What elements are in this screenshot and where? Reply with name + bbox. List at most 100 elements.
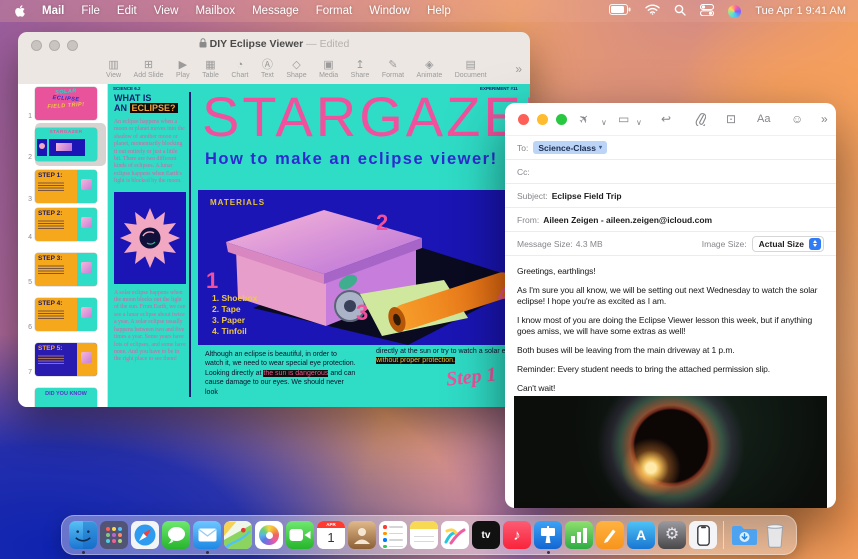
- toolbar-overflow-chevron[interactable]: »: [821, 111, 828, 127]
- dock-notes[interactable]: [410, 521, 438, 549]
- dock-freeform[interactable]: [441, 521, 469, 549]
- menu-edit[interactable]: Edit: [117, 5, 137, 17]
- send-icon[interactable]: ✈: [575, 110, 593, 129]
- zoom-button[interactable]: [556, 114, 567, 125]
- chart-button[interactable]: ◔Chart: [231, 59, 248, 80]
- format-aa-icon[interactable]: Aa: [757, 111, 770, 127]
- table-button[interactable]: ▦Table: [202, 59, 219, 80]
- dock-iphone-mirroring[interactable]: [689, 521, 717, 549]
- slide-row-1[interactable]: 1 SOLAR ECLIPSE FIELD TRIP!: [18, 87, 108, 120]
- dock-calendar[interactable]: APR1: [317, 521, 345, 549]
- dock-keynote[interactable]: [534, 521, 562, 549]
- slide-row-7[interactable]: 7 STEP 5:: [18, 343, 108, 376]
- slide-row-3[interactable]: 3 STEP 1:: [18, 170, 108, 203]
- materials-list: 1. Shoebox 2. Tape 3. Paper 4. Tinfoil: [212, 293, 257, 337]
- menu-format[interactable]: Format: [316, 5, 352, 17]
- slide-title[interactable]: STARGAZER: [202, 84, 530, 149]
- eclipse-attachment-image[interactable]: [514, 396, 827, 508]
- slide-row-4[interactable]: 4 STEP 2:: [18, 208, 108, 241]
- view-button[interactable]: ▥View: [106, 59, 121, 80]
- dock-reminders[interactable]: [379, 521, 407, 549]
- dock-app-store[interactable]: A: [627, 521, 655, 549]
- from-field[interactable]: From: Aileen Zeigen - aileen.zeigen@iclo…: [505, 208, 836, 232]
- send-chevron-icon[interactable]: ∨: [601, 115, 607, 131]
- dock-facetime[interactable]: [286, 521, 314, 549]
- menu-bar-clock[interactable]: Tue Apr 1 9:41 AM: [755, 5, 846, 17]
- body-paragraph: Can't wait!: [517, 383, 824, 394]
- safety-paragraph-left: Although an eclipse is beautiful, in ord…: [205, 350, 357, 397]
- menu-mailbox[interactable]: Mailbox: [195, 5, 235, 17]
- slide-thumbnail-3[interactable]: STEP 1:: [35, 170, 97, 203]
- slide-row-5[interactable]: 5 STEP 3:: [18, 253, 108, 286]
- dock-launchpad[interactable]: [100, 521, 128, 549]
- document-button[interactable]: ▤Document: [455, 59, 487, 80]
- wifi-icon[interactable]: [645, 4, 660, 18]
- search-icon[interactable]: [674, 4, 686, 19]
- slide-canvas[interactable]: SCIENCE 6.2 EXPERIMENT #11 STARGAZER How…: [108, 84, 530, 407]
- dock-apple-tv[interactable]: tv: [472, 521, 500, 549]
- share-button[interactable]: ↥Share: [351, 59, 370, 80]
- image-size-popup[interactable]: Actual Size: [752, 236, 824, 252]
- menu-help[interactable]: Help: [427, 5, 451, 17]
- slide-thumbnail-4[interactable]: STEP 2:: [35, 208, 97, 241]
- attach-icon[interactable]: [695, 112, 706, 130]
- slide-thumbnail-1[interactable]: SOLAR ECLIPSE FIELD TRIP!: [35, 87, 97, 120]
- menu-bar: Mail File Edit View Mailbox Message Form…: [0, 0, 858, 22]
- slide-thumbnail-7[interactable]: STEP 5:: [35, 343, 97, 376]
- dock-safari[interactable]: [131, 521, 159, 549]
- battery-icon[interactable]: [609, 4, 631, 18]
- add-slide-button[interactable]: ⊞Add Slide: [134, 59, 164, 80]
- dock-mail[interactable]: [193, 521, 221, 549]
- menu-window[interactable]: Window: [369, 5, 410, 17]
- dock-numbers[interactable]: [565, 521, 593, 549]
- animate-button[interactable]: ◈Animate: [417, 59, 443, 80]
- dock-finder[interactable]: [69, 521, 97, 549]
- dock-separator: [723, 521, 724, 549]
- shape-button[interactable]: ◇Shape: [286, 59, 306, 80]
- reply-icon[interactable]: ↩: [661, 111, 671, 127]
- to-field[interactable]: To: Science-Class▾: [505, 136, 836, 160]
- slide-subtitle[interactable]: How to make an eclipse viewer!: [205, 150, 498, 169]
- slide-thumbnail-2[interactable]: STARGAZER: [35, 128, 97, 161]
- materials-panel[interactable]: MATERIALS 1 2 3 4 1. Shoebox 2. Tape 3. …: [198, 190, 530, 345]
- slide-row-8[interactable]: DID YOU KNOW: [18, 388, 108, 407]
- menu-message[interactable]: Message: [252, 5, 299, 17]
- apple-menu-icon[interactable]: [14, 4, 26, 18]
- siri-icon[interactable]: [728, 5, 741, 18]
- header-fields-icon[interactable]: ▭: [618, 111, 629, 127]
- dock-pages[interactable]: [596, 521, 624, 549]
- slide-thumbnail-5[interactable]: STEP 3:: [35, 253, 97, 286]
- menu-view[interactable]: View: [154, 5, 179, 17]
- text-button[interactable]: ⒶText: [261, 59, 274, 80]
- menu-file[interactable]: File: [81, 5, 100, 17]
- menu-app-name[interactable]: Mail: [42, 5, 64, 17]
- subject-field[interactable]: Subject: Eclipse Field Trip: [505, 184, 836, 208]
- minimize-button[interactable]: [537, 114, 548, 125]
- control-center-icon[interactable]: [700, 4, 714, 19]
- slide-row-2[interactable]: 2 STARGAZER: [18, 128, 108, 161]
- dock-system-settings[interactable]: ⚙: [658, 521, 686, 549]
- dock-messages[interactable]: [162, 521, 190, 549]
- format-button[interactable]: ✎Format: [382, 59, 404, 80]
- slide-row-6[interactable]: 6 STEP 4:: [18, 298, 108, 331]
- dock-photos[interactable]: [255, 521, 283, 549]
- dock-contacts[interactable]: [348, 521, 376, 549]
- dock-maps[interactable]: [224, 521, 252, 549]
- compose-icon[interactable]: ⊡: [726, 111, 736, 127]
- shape-icon: ◇: [292, 59, 300, 71]
- recipient-token[interactable]: Science-Class▾: [533, 141, 607, 154]
- play-button[interactable]: ▶Play: [176, 59, 190, 80]
- dock-trash[interactable]: [761, 521, 789, 549]
- dock-downloads-folder[interactable]: [730, 521, 758, 549]
- mail-window-controls[interactable]: [518, 114, 567, 125]
- emoji-icon[interactable]: ☺: [791, 111, 803, 127]
- toolbar-overflow-chevron[interactable]: »: [515, 62, 522, 76]
- slide-thumbnail-8[interactable]: DID YOU KNOW: [35, 388, 97, 407]
- dock-music[interactable]: ♪: [503, 521, 531, 549]
- media-button[interactable]: ▣Media: [319, 59, 338, 80]
- close-button[interactable]: [518, 114, 529, 125]
- slide-thumbnail-6[interactable]: STEP 4:: [35, 298, 97, 331]
- eclipse-paragraph-1: An eclipse happens when a moon or planet…: [114, 119, 186, 186]
- cc-field[interactable]: Cc:: [505, 160, 836, 184]
- header-chevron-icon[interactable]: ∨: [636, 115, 642, 131]
